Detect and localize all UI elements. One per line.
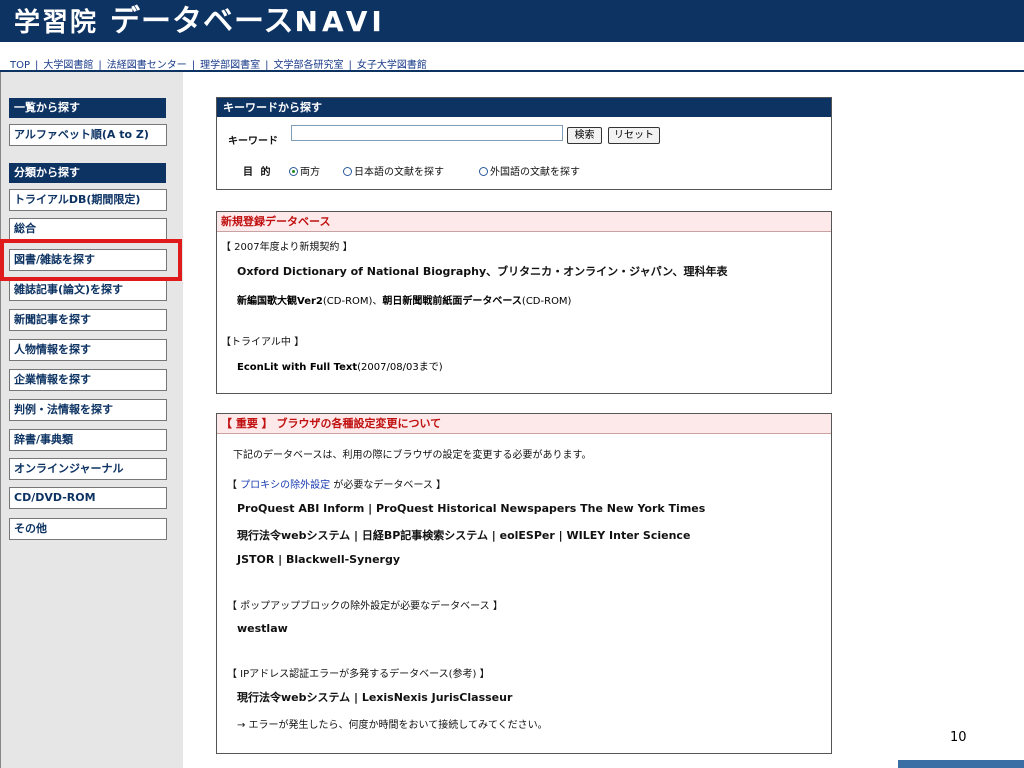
proxy-db-line-2[interactable]: 現行法令webシステム | 日経BP記事検索システム | eolESPer | … [237, 527, 690, 543]
radio-foreign[interactable]: 外国語の文献を探す [479, 163, 580, 178]
search-button[interactable]: 検索 [567, 127, 602, 144]
site-header: 学習院 データベースNAVI [0, 0, 1024, 42]
ip-heading: 【 IPアドレス認証エラーが多発するデータベース(参考) 】 [227, 669, 490, 680]
sidebar-item-articles[interactable]: 雑誌記事(論文)を探す [9, 279, 167, 301]
radio-label-foreign: 外国語の文献を探す [490, 167, 580, 178]
sidebar-item-cd-dvd[interactable]: CD/DVD-ROM [9, 487, 167, 509]
radio-label-both: 両方 [300, 167, 320, 178]
nav-separator: | [265, 60, 269, 71]
db-link-kokka-taikan[interactable]: 新編国歌大観Ver2 [237, 296, 323, 307]
important-intro: 下記のデータベースは、利用の際にブラウザの設定を変更する必要があります。 [233, 450, 592, 461]
nav-separator: | [191, 60, 196, 71]
new-db-section-trial: 【トライアル中 】 [221, 337, 305, 348]
keyword-input[interactable] [291, 125, 563, 141]
keyword-label: キーワード [228, 136, 278, 147]
sidebar-item-companies[interactable]: 企業情報を探す [9, 369, 167, 391]
slide-page-number: 10 [950, 730, 967, 745]
nav-separator: | [98, 60, 102, 71]
popup-db-line[interactable]: westlaw [237, 622, 288, 635]
sidebar: 一覧から探す アルファベット順(A to Z) 分類から探す トライアルDB(期… [1, 72, 183, 768]
reset-button[interactable]: リセット [608, 127, 660, 144]
sidebar-item-online-journals[interactable]: オンラインジャーナル [9, 458, 167, 480]
highlight-box [0, 239, 182, 281]
sidebar-heading-category: 分類から探す [9, 163, 166, 183]
nav-separator: | [348, 60, 352, 71]
important-title: 【 重要 】 ブラウザの各種設定変更について [217, 414, 831, 434]
new-db-line-3: EconLit with Full Text(2007/08/03まで) [237, 358, 443, 373]
sidebar-item-other[interactable]: その他 [9, 518, 167, 540]
sidebar-item-dictionaries[interactable]: 辞書/事典類 [9, 429, 167, 451]
proxy-db-line-3[interactable]: JSTOR | Blackwell-Synergy [237, 553, 400, 566]
nav-separator: | [35, 60, 39, 71]
logo-database: データベース [110, 4, 295, 39]
keyword-search-panel: キーワードから探す キーワード 検索 リセット 目 的 両方 日本語の文献を探す… [216, 97, 832, 190]
purpose-label: 目 的 [243, 167, 271, 178]
radio-selected-icon [289, 167, 298, 176]
db-link-asahi-archive[interactable]: 朝日新聞戦前紙面データベース [382, 296, 522, 307]
sidebar-item-trial-db[interactable]: トライアルDB(期間限定) [9, 189, 167, 211]
radio-unselected-icon [479, 167, 488, 176]
sidebar-heading-list: 一覧から探す [9, 98, 166, 118]
nav-link-science-library[interactable]: 理学部図書室 [200, 60, 260, 71]
bracket: 【 [227, 480, 241, 491]
ip-note: → エラーが発生したら、何度か時間をおいて接続してみてください。 [237, 720, 548, 731]
nav-link-law-econ-center[interactable]: 法経図書センター [107, 60, 187, 71]
radio-label-japanese: 日本語の文献を探す [354, 167, 444, 178]
logo-navi: NAVI [294, 5, 386, 38]
new-db-line-2: 新編国歌大観Ver2(CD-ROM)、朝日新聞戦前紙面データベース(CD-ROM… [237, 292, 571, 307]
sidebar-item-alphabetical[interactable]: アルファベット順(A to Z) [9, 124, 167, 146]
ip-db-line[interactable]: 現行法令webシステム | LexisNexis JurisClasseur [237, 689, 512, 705]
sidebar-item-newspapers[interactable]: 新聞記事を探す [9, 309, 167, 331]
proxy-db-line-1[interactable]: ProQuest ABI Inform | ProQuest Historica… [237, 502, 705, 515]
new-db-line-1[interactable]: Oxford Dictionary of National Biography、… [237, 263, 728, 279]
sidebar-item-legal[interactable]: 判例・法情報を探す [9, 399, 167, 421]
db-note: (CD-ROM)、 [322, 296, 383, 307]
nav-link-letters-research[interactable]: 文学部各研究室 [274, 60, 344, 71]
nav-link-university-library[interactable]: 大学図書館 [43, 60, 93, 71]
important-notice-panel: 【 重要 】 ブラウザの各種設定変更について 下記のデータベースは、利用の際にブ… [216, 413, 832, 754]
logo-university: 学習院 [14, 8, 99, 38]
sidebar-item-people[interactable]: 人物情報を探す [9, 339, 167, 361]
db-link-econlit[interactable]: EconLit with Full Text [237, 362, 357, 373]
site-logo[interactable]: 学習院 データベースNAVI [14, 5, 386, 39]
db-note: (2007/08/03まで) [357, 362, 443, 373]
top-navigation: TOP | 大学図書館 | 法経図書センター | 理学部図書室 | 文学部各研究室 | 女子大学図書… [0, 42, 1024, 72]
proxy-settings-link[interactable]: プロキシの除外設定 [240, 480, 330, 491]
new-db-section-2007: 【 2007年度より新規契約 】 [221, 242, 353, 253]
nav-link-top[interactable]: TOP [10, 60, 30, 71]
proxy-heading: 【 プロキシの除外設定 が必要なデータベース 】 [227, 476, 446, 491]
proxy-heading-rest: が必要なデータベース 】 [330, 480, 447, 491]
taskbar-fragment [898, 760, 1024, 768]
nav-link-women-college-library[interactable]: 女子大学図書館 [357, 60, 427, 71]
db-note: (CD-ROM) [521, 296, 572, 307]
keyword-panel-title: キーワードから探す [217, 98, 831, 117]
popup-heading: 【 ポップアップブロックの除外設定が必要なデータベース 】 [227, 601, 503, 612]
new-databases-panel: 新規登録データベース 【 2007年度より新規契約 】 Oxford Dicti… [216, 211, 832, 394]
new-db-title: 新規登録データベース [217, 212, 831, 232]
sidebar-item-general[interactable]: 総合 [9, 218, 167, 240]
radio-both[interactable]: 両方 [289, 163, 320, 178]
radio-japanese[interactable]: 日本語の文献を探す [343, 163, 444, 178]
radio-unselected-icon [343, 167, 352, 176]
